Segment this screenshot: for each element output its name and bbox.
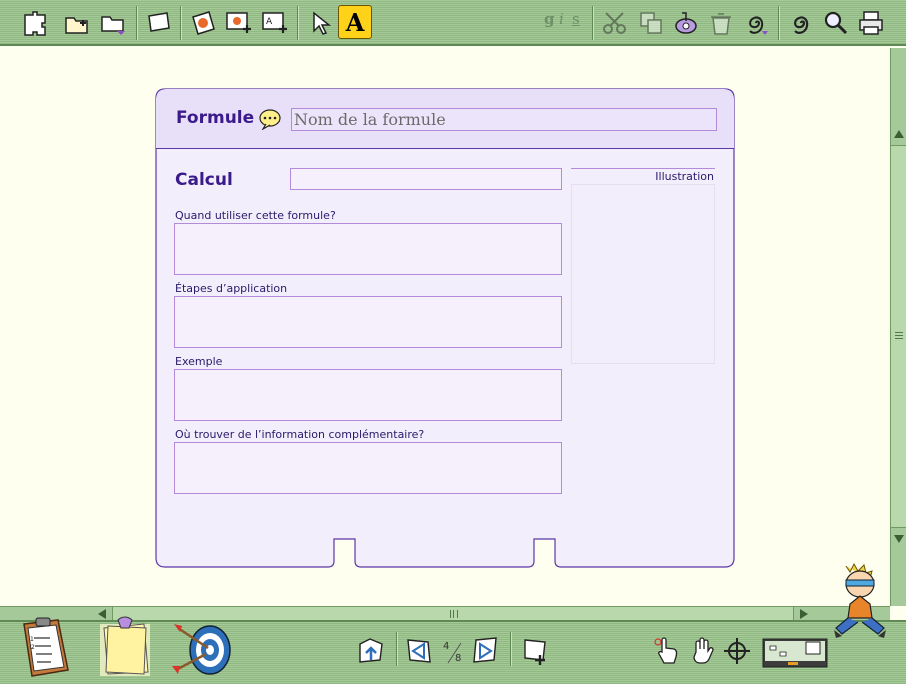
pointing-hand-icon[interactable] <box>652 636 682 666</box>
field-more-info-textarea[interactable] <box>174 442 562 494</box>
boy-mascot-icon[interactable] <box>828 562 894 640</box>
illustration-label: Illustration <box>571 168 715 183</box>
formula-label: Formule <box>176 108 255 128</box>
speech-bubble-icon[interactable] <box>258 108 282 130</box>
page-separator-icon <box>447 642 462 664</box>
sticky-notes-icon[interactable] <box>98 614 154 678</box>
field-label-example: Exemple <box>175 355 223 368</box>
add-picture-card-icon[interactable] <box>223 8 253 38</box>
formula-card: Formule Nom de la formule Calcul Quand u… <box>155 88 735 568</box>
calcul-label: Calcul <box>175 170 233 190</box>
minimap-icon[interactable] <box>762 638 828 668</box>
crosshair-icon[interactable] <box>722 636 752 666</box>
clipboard-checklist-icon[interactable]: 1 2 <box>18 616 74 678</box>
magnifier-icon[interactable] <box>821 8 851 38</box>
blank-card-icon[interactable] <box>143 8 173 38</box>
card-header: Formule Nom de la formule <box>156 89 734 149</box>
copy-icon[interactable] <box>636 8 666 38</box>
vertical-scrollbar[interactable] <box>890 48 906 606</box>
target-darts-icon[interactable] <box>170 620 232 678</box>
previous-card-icon[interactable] <box>404 636 434 666</box>
field-steps-textarea[interactable] <box>174 296 562 348</box>
trash-icon[interactable] <box>706 8 736 38</box>
text-tool-icon: A <box>345 7 365 37</box>
text-tool-button[interactable]: A <box>338 5 372 39</box>
vertical-scroll-thumb[interactable] <box>891 145 906 528</box>
scroll-down-arrow-icon[interactable] <box>894 535 904 543</box>
field-label-more-info: Où trouver de l’information complémentai… <box>175 428 425 441</box>
printer-icon[interactable] <box>856 8 886 38</box>
svg-text:A: A <box>266 17 273 27</box>
field-example-textarea[interactable] <box>174 369 562 421</box>
svg-text:2: 2 <box>31 644 35 651</box>
illustration-box[interactable] <box>571 184 715 364</box>
gis-format-icon[interactable]: g i s <box>542 10 584 34</box>
puzzle-icon[interactable] <box>20 8 50 38</box>
field-label-steps: Étapes d’application <box>175 282 288 295</box>
top-toolbar: A A g i s <box>0 0 906 46</box>
field-label-when: Quand utiliser cette formule? <box>175 209 336 222</box>
grip-icon <box>450 610 458 618</box>
spiral-icon[interactable] <box>786 8 816 38</box>
spiral-menu-icon[interactable] <box>741 8 771 38</box>
add-card-icon[interactable] <box>521 636 551 666</box>
picture-card-icon[interactable] <box>188 8 218 38</box>
next-card-icon[interactable] <box>470 636 500 666</box>
page-total: 8 <box>455 653 462 664</box>
tape-icon[interactable] <box>671 8 701 38</box>
stack-up-icon[interactable] <box>356 636 386 666</box>
folder-menu-icon[interactable] <box>98 8 128 38</box>
svg-text:1: 1 <box>30 636 34 643</box>
scissors-icon[interactable] <box>600 8 630 38</box>
add-text-card-icon[interactable]: A <box>259 8 289 38</box>
hand-icon[interactable] <box>688 636 718 666</box>
scroll-right-arrow-icon[interactable] <box>800 609 808 619</box>
calcul-input[interactable] <box>290 168 562 190</box>
new-folder-icon[interactable] <box>62 8 92 38</box>
scroll-up-arrow-icon[interactable] <box>894 130 904 138</box>
formula-name-input[interactable]: Nom de la formule <box>291 108 717 131</box>
pointer-arrow-icon[interactable] <box>306 8 336 38</box>
grip-icon <box>895 332 903 339</box>
field-when-textarea[interactable] <box>174 223 562 275</box>
